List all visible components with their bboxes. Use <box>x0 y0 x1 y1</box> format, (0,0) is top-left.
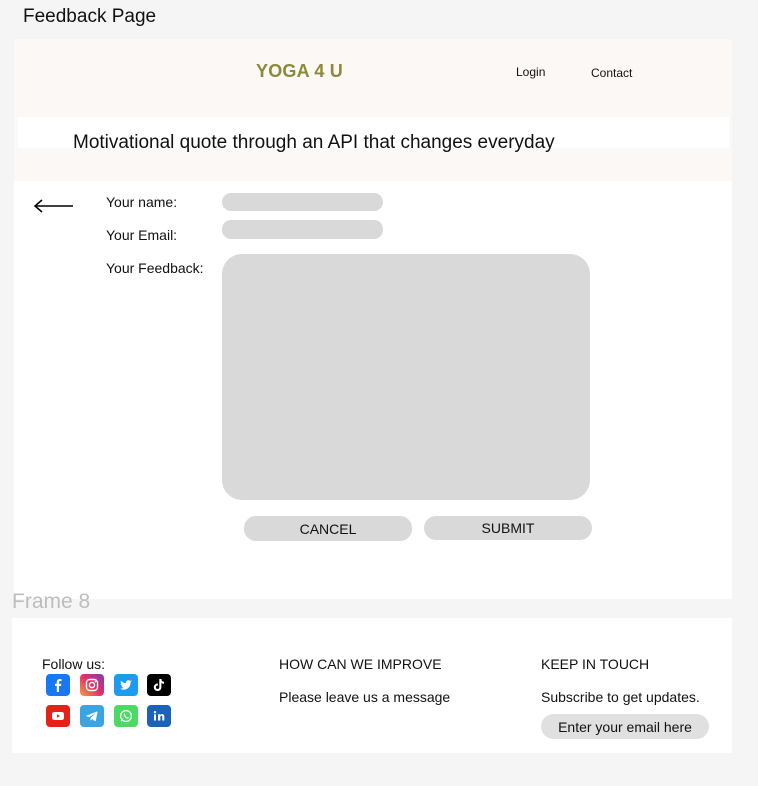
keep-in-touch-heading: KEEP IN TOUCH <box>541 656 650 672</box>
feedback-label: Your Feedback: <box>106 260 204 276</box>
site-header <box>14 39 732 181</box>
tiktok-icon[interactable] <box>147 674 171 696</box>
email-label: Your Email: <box>106 227 178 243</box>
youtube-icon[interactable] <box>46 705 70 727</box>
instagram-icon[interactable] <box>80 674 104 696</box>
feedback-textarea[interactable] <box>222 254 590 500</box>
motivational-quote: Motivational quote through an API that c… <box>73 132 555 153</box>
twitter-icon[interactable] <box>114 674 138 696</box>
linkedin-icon[interactable] <box>147 705 171 727</box>
back-arrow-icon[interactable] <box>33 198 75 214</box>
nav-contact-link[interactable]: Contact <box>591 66 632 80</box>
telegram-icon[interactable] <box>80 705 104 727</box>
nav-login-link[interactable]: Login <box>516 65 545 79</box>
submit-button[interactable]: SUBMIT <box>424 516 592 540</box>
name-input[interactable] <box>222 193 383 211</box>
subscribe-email-input[interactable] <box>541 714 709 739</box>
whatsapp-icon[interactable] <box>114 705 138 727</box>
facebook-icon[interactable] <box>46 674 70 696</box>
brand-logo[interactable]: YOGA 4 U <box>256 61 343 82</box>
frame-label: Frame 8 <box>12 590 91 613</box>
improve-heading: HOW CAN WE IMPROVE <box>279 656 442 672</box>
follow-us-label: Follow us: <box>42 656 106 672</box>
subscribe-text: Subscribe to get updates. <box>541 689 700 705</box>
name-label: Your name: <box>106 194 178 210</box>
cancel-button[interactable]: CANCEL <box>244 516 412 541</box>
improve-message-link[interactable]: Please leave us a message <box>279 689 450 705</box>
email-input[interactable] <box>222 220 383 239</box>
page-label: Feedback Page <box>23 6 157 27</box>
